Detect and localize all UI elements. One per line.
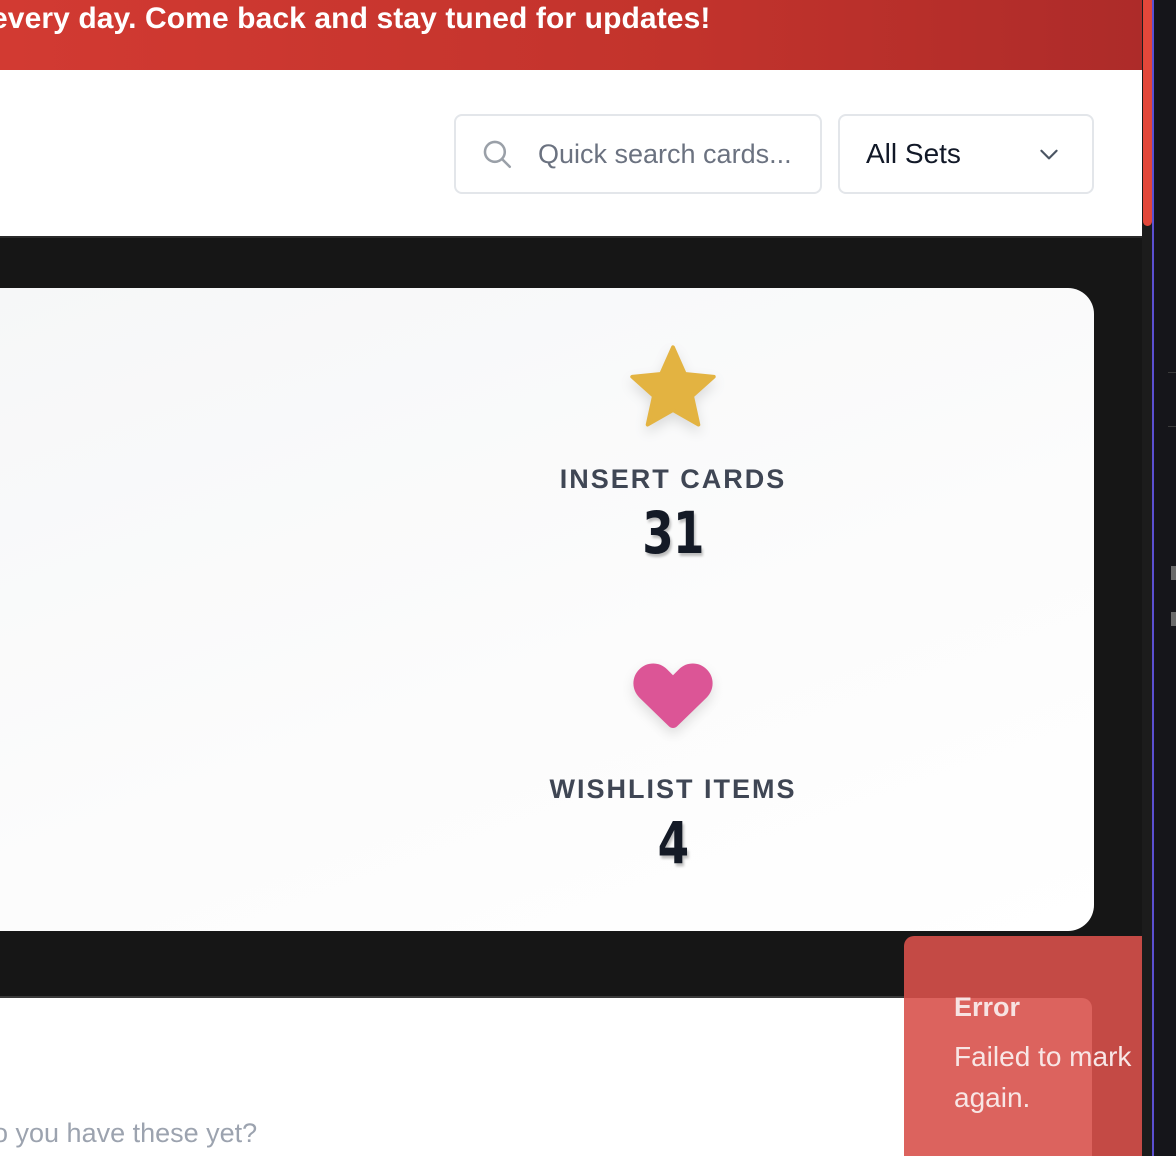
search-box[interactable] [454, 114, 822, 194]
set-filter-select[interactable]: All Sets [838, 114, 1094, 194]
search-input[interactable] [538, 129, 808, 179]
chevron-down-icon [1040, 149, 1058, 160]
side-marker [1171, 566, 1176, 580]
announcement-banner: every day. Come back and stay tuned for … [0, 0, 1142, 70]
side-divider [1168, 426, 1176, 427]
search-icon [483, 140, 512, 169]
stat-wishlist-items: WISHLIST ITEMS 4 [493, 644, 853, 877]
star-icon [630, 345, 716, 427]
stat-insert-cards: INSERT CARDS 31 [493, 338, 853, 567]
toast-message: Failed to mark again. [954, 1041, 1132, 1113]
set-filter-value: All Sets [866, 138, 961, 169]
side-marker [1171, 612, 1176, 626]
side-divider [1168, 372, 1176, 373]
header-bar: All Sets [0, 70, 1142, 238]
stat-label: INSERT CARDS [559, 464, 787, 494]
scrollbar-thumb[interactable] [1143, 0, 1152, 226]
heart-icon [633, 663, 713, 728]
stat-value: 31 [642, 499, 704, 567]
stat-label: WISHLIST ITEMS [549, 774, 797, 804]
stats-card: INSERT CARDS 31 WISHLIST ITEMS 4 [0, 288, 1094, 931]
banner-text: every day. Come back and stay tuned for … [0, 2, 711, 35]
stat-value: 4 [657, 809, 689, 877]
toast-title: Error [954, 992, 1021, 1022]
section-prompt: o you have these yet? [0, 1118, 258, 1148]
error-toast[interactable]: Error Failed to mark again. [904, 936, 1142, 1156]
